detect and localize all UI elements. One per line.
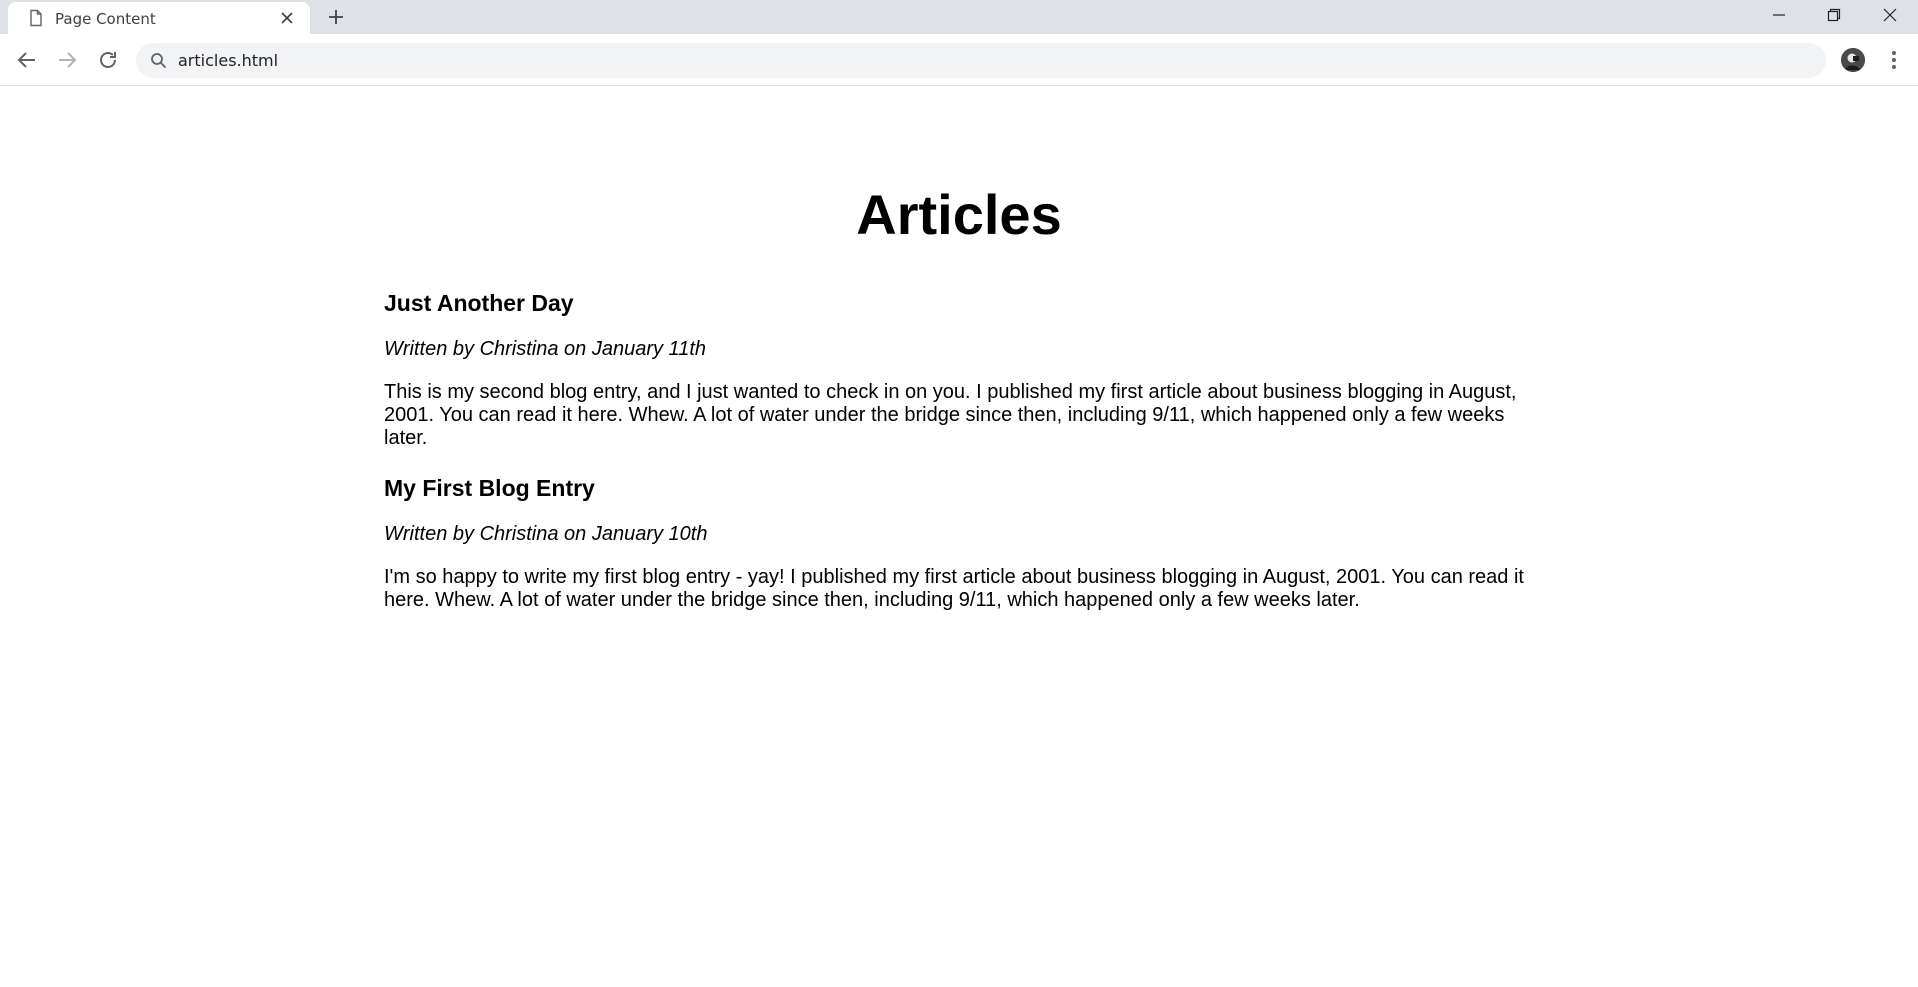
plus-icon[interactable]: [327, 8, 345, 26]
article-byline: Written by Christina on January 10th: [384, 523, 708, 545]
close-icon[interactable]: [280, 11, 294, 25]
restore-button[interactable]: [1806, 0, 1862, 30]
avatar[interactable]: [1841, 48, 1865, 72]
article-title: Just Another Day: [384, 290, 574, 316]
minimize-button[interactable]: [1751, 0, 1807, 30]
tab-strip: Page Content: [0, 0, 1918, 34]
reload-icon[interactable]: [96, 48, 120, 72]
minimize-icon: [1773, 14, 1785, 16]
tab-title: Page Content: [55, 10, 156, 28]
article-title: My First Blog Entry: [384, 475, 595, 501]
article-body: I'm so happy to write my first blog entr…: [384, 566, 1524, 611]
search-icon: [151, 53, 167, 69]
article: My First Blog Entry Written by Christina…: [384, 474, 1534, 612]
article-byline: Written by Christina on January 11th: [384, 338, 707, 360]
browser-tab[interactable]: Page Content: [8, 2, 310, 34]
arrow-right-icon[interactable]: [55, 48, 79, 72]
browser-toolbar: [0, 34, 1918, 86]
close-window-button[interactable]: [1862, 0, 1918, 30]
article: Just Another Day Written by Christina on…: [384, 289, 1534, 450]
profile-icon: [1841, 48, 1865, 72]
kebab-menu-icon[interactable]: [1886, 48, 1902, 72]
page-viewport: Articles Just Another Day Written by Chr…: [0, 86, 1918, 987]
arrow-left-icon[interactable]: [15, 48, 39, 72]
url-input[interactable]: [178, 43, 1778, 78]
close-icon: [1883, 8, 1897, 22]
restore-icon: [1827, 8, 1841, 22]
document-icon: [30, 9, 42, 27]
page-title: Articles: [856, 183, 1062, 246]
address-bar[interactable]: [136, 43, 1826, 78]
article-body: This is my second blog entry, and I just…: [384, 381, 1517, 449]
